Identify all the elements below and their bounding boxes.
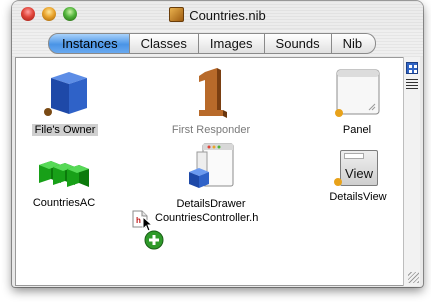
resize-grip-icon[interactable] <box>408 272 419 283</box>
tab-images[interactable]: Images <box>198 33 265 54</box>
toolbar: Instances Classes Images Sounds Nib <box>12 29 423 57</box>
list-view-icon[interactable] <box>406 77 418 89</box>
instance-label: Panel <box>342 124 372 136</box>
instance-countries-ac[interactable]: CountriesAC <box>24 151 104 209</box>
tab-classes[interactable]: Classes <box>129 33 199 54</box>
nib-window: Countries.nib Instances Classes Images S… <box>12 1 423 287</box>
icon-view-icon[interactable] <box>406 62 418 74</box>
instance-details-view[interactable]: View DetailsView <box>320 148 396 203</box>
number-one-icon <box>199 68 227 118</box>
badge-dot-icon <box>334 178 342 186</box>
tab-sounds[interactable]: Sounds <box>264 33 332 54</box>
panel-window-icon <box>335 69 380 117</box>
dragged-filename: CountriesController.h <box>155 212 259 224</box>
badge-dot-icon <box>44 108 52 116</box>
tab-nib[interactable]: Nib <box>331 33 377 54</box>
view-icon: View <box>334 148 380 188</box>
instance-label: CountriesAC <box>32 197 96 209</box>
instances-pane[interactable]: File's Owner First Responder Panel Count… <box>15 57 404 286</box>
drawer-icon <box>189 143 234 188</box>
instance-label: File's Owner <box>31 124 99 136</box>
instance-panel[interactable]: Panel <box>322 68 392 136</box>
badge-dot-icon <box>335 109 343 117</box>
instance-first-responder[interactable]: First Responder <box>156 66 266 136</box>
window-title: Countries.nib <box>12 7 423 23</box>
instance-label: DetailsView <box>329 191 387 203</box>
plus-cursor-icon <box>144 230 164 250</box>
instance-label: First Responder <box>171 124 251 136</box>
tab-instances[interactable]: Instances <box>48 33 130 54</box>
title-bar[interactable]: Countries.nib <box>12 1 423 29</box>
nib-file-icon <box>169 7 185 22</box>
instance-files-owner[interactable]: File's Owner <box>20 68 110 136</box>
tab-bar: Instances Classes Images Sounds Nib <box>48 33 377 54</box>
instance-details-drawer[interactable]: DetailsDrawer <box>166 142 256 210</box>
window-title-text: Countries.nib <box>189 8 266 23</box>
view-mode-column <box>403 57 420 286</box>
cube-icon <box>44 72 87 116</box>
array-controller-icon <box>39 161 89 187</box>
instance-label: DetailsDrawer <box>176 198 246 210</box>
